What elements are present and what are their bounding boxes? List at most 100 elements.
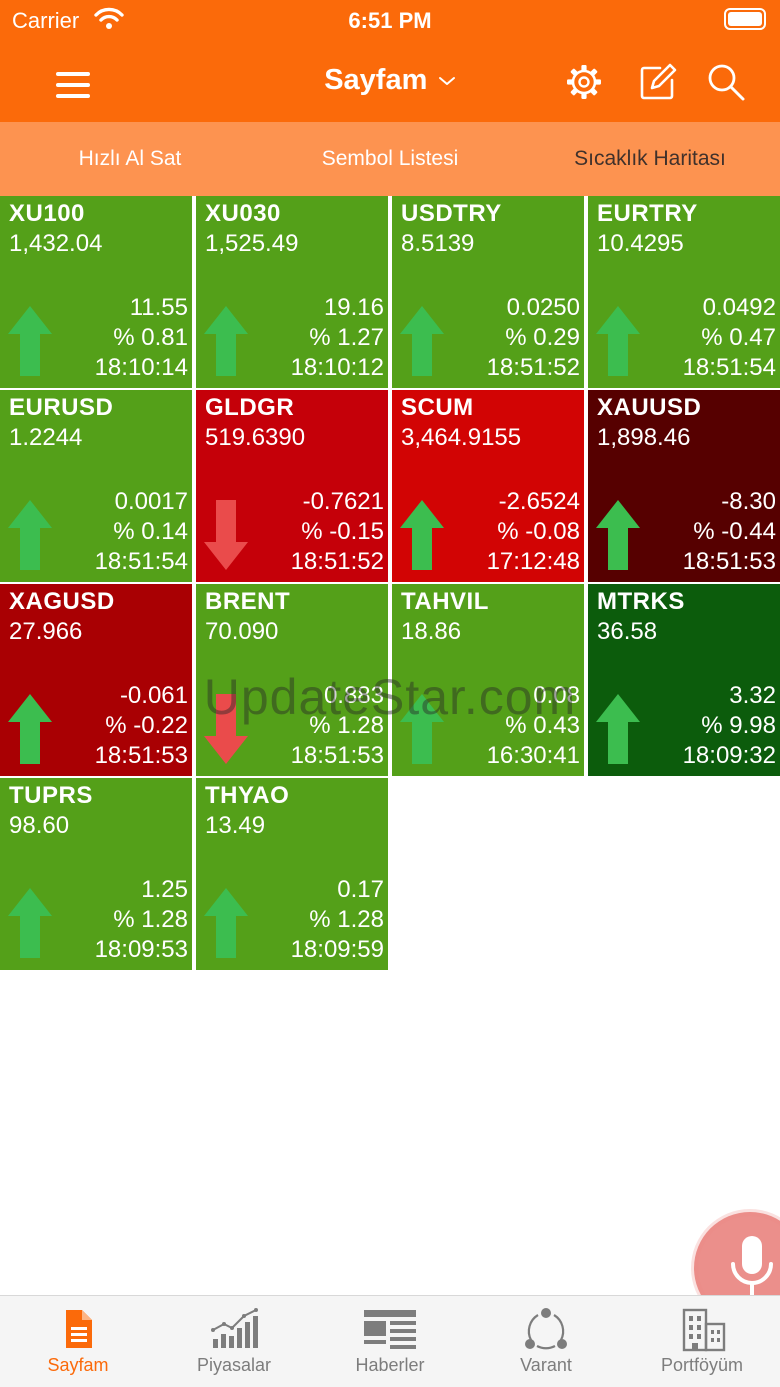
tile-percent: % 0.47: [701, 324, 776, 351]
tile-change: 1.25: [141, 876, 188, 903]
gear-icon[interactable]: [564, 62, 604, 102]
tile-percent: % 1.28: [309, 906, 384, 933]
tile-price: 3,464.9155: [401, 424, 522, 451]
heat-map-tile-xu100[interactable]: XU100 1,432.04 11.55 % 0.81 18:10:14: [0, 196, 192, 388]
arrow-up-icon: [400, 306, 444, 376]
heat-map-tile-xu030[interactable]: XU030 1,525.49 19.16 % 1.27 18:10:12: [196, 196, 388, 388]
heat-map-tile-gldgr[interactable]: GLDGR 519.6390 -0.7621 % -0.15 18:51:52: [196, 390, 388, 582]
bottom-tab-haberler[interactable]: Haberler: [312, 1296, 468, 1387]
tile-percent: % -0.08: [497, 518, 580, 545]
bottom-tab-portfoyum[interactable]: Portföyüm: [624, 1296, 780, 1387]
heat-map-tile-scum[interactable]: SCUM 3,464.9155 -2.6524 % -0.08 17:12:48: [392, 390, 584, 582]
heat-map-tile-eurtry[interactable]: EURTRY 10.4295 0.0492 % 0.47 18:51:54: [588, 196, 780, 388]
arrow-up-icon: [8, 500, 52, 570]
tile-price: 70.090: [205, 618, 279, 645]
heat-map-tile-tuprs[interactable]: TUPRS 98.60 1.25 % 1.28 18:09:53: [0, 778, 192, 970]
nav-bar: Sayfam: [0, 40, 780, 122]
tile-time: 17:12:48: [486, 548, 580, 575]
tile-percent: % 1.28: [113, 906, 188, 933]
tile-symbol: XAUUSD: [597, 394, 702, 421]
edit-icon[interactable]: [638, 62, 678, 102]
tile-time: 16:30:41: [486, 742, 580, 769]
bottom-tab-label: Varant: [520, 1355, 572, 1375]
tile-change: -8.30: [721, 488, 776, 515]
tile-percent: % -0.44: [693, 518, 776, 545]
tile-percent: % -0.22: [105, 712, 188, 739]
heat-map-tile-usdtry[interactable]: USDTRY 8.5139 0.0250 % 0.29 18:51:52: [392, 196, 584, 388]
status-time: 6:51 PM: [348, 8, 432, 33]
tile-change: -0.7621: [302, 488, 384, 515]
heat-map-tile-tahvil[interactable]: TAHVIL 18.86 0.08 % 0.43 16:30:41: [392, 584, 584, 776]
arrow-up-icon: [8, 306, 52, 376]
arrow-up-icon: [400, 694, 444, 764]
tile-time: 18:09:53: [94, 936, 188, 963]
tile-symbol: XAGUSD: [9, 588, 115, 615]
arrow-up-icon: [596, 500, 640, 570]
heat-map-tile-eurusd[interactable]: EURUSD 1.2244 0.0017 % 0.14 18:51:54: [0, 390, 192, 582]
tile-percent: % -0.15: [301, 518, 384, 545]
tile-price: 8.5139: [401, 230, 475, 257]
tile-time: 18:51:53: [682, 548, 776, 575]
tile-percent: % 9.98: [701, 712, 776, 739]
tab-sicaklik-haritasi[interactable]: Sıcaklık Haritası: [520, 122, 780, 196]
tile-price: 1,432.04: [9, 230, 103, 257]
tile-time: 18:51:52: [290, 548, 384, 575]
heat-map-tile-brent[interactable]: BRENT 70.090 0.883 % 1.28 18:51:53: [196, 584, 388, 776]
tile-time: 18:51:52: [486, 354, 580, 381]
arrow-up-icon: [8, 888, 52, 958]
bottom-tab-label: Haberler: [355, 1355, 425, 1375]
tile-time: 18:10:14: [94, 354, 188, 381]
document-icon: [66, 1310, 92, 1348]
tab-hizli-al-sat[interactable]: Hızlı Al Sat: [0, 122, 260, 196]
bottom-tab-bar: Sayfam Piyasalar Haberler Varant Portföy…: [0, 1295, 780, 1387]
tile-symbol: USDTRY: [401, 200, 502, 227]
tile-symbol: SCUM: [401, 394, 474, 421]
tile-percent: % 0.81: [113, 324, 188, 351]
tab-sembol-listesi[interactable]: Sembol Listesi: [260, 122, 520, 196]
tile-price: 1,898.46: [597, 424, 691, 451]
tile-price: 519.6390: [205, 424, 306, 451]
bar-chart-icon: [211, 1308, 258, 1348]
tile-change: 0.883: [323, 682, 384, 709]
arrow-up-icon: [596, 306, 640, 376]
tile-symbol: EURTRY: [597, 200, 698, 227]
bottom-tab-varant[interactable]: Varant: [468, 1296, 624, 1387]
tile-change: 0.0492: [702, 294, 776, 321]
tile-time: 18:51:54: [94, 548, 188, 575]
bottom-tab-sayfam[interactable]: Sayfam: [0, 1296, 156, 1387]
heat-map-tile-thyao[interactable]: THYAO 13.49 0.17 % 1.28 18:09:59: [196, 778, 388, 970]
tile-time: 18:10:12: [290, 354, 384, 381]
search-icon[interactable]: [706, 62, 746, 102]
newspaper-icon: [364, 1310, 416, 1349]
arrow-up-icon: [8, 694, 52, 764]
heat-map-tile-xagusd[interactable]: XAGUSD 27.966 -0.061 % -0.22 18:51:53: [0, 584, 192, 776]
heat-map-tile-xauusd[interactable]: XAUUSD 1,898.46 -8.30 % -0.44 18:51:53: [588, 390, 780, 582]
tile-percent: % 0.14: [113, 518, 188, 545]
bottom-tab-piyasalar[interactable]: Piyasalar: [156, 1296, 312, 1387]
tile-symbol: XU100: [9, 200, 85, 227]
heat-map-tile-mtrks[interactable]: MTRKS 36.58 3.32 % 9.98 18:09:32: [588, 584, 780, 776]
arrow-down-icon: [204, 500, 248, 570]
tile-change: 3.32: [729, 682, 776, 709]
arrow-up-icon: [596, 694, 640, 764]
tile-percent: % 1.28: [309, 712, 384, 739]
tile-percent: % 1.27: [309, 324, 384, 351]
tile-price: 1.2244: [9, 424, 83, 451]
tile-change: 0.17: [337, 876, 384, 903]
page-title: Sayfam: [324, 64, 428, 96]
bottom-tab-label: Piyasalar: [196, 1355, 272, 1375]
tile-symbol: BRENT: [205, 588, 291, 615]
tile-time: 18:09:59: [290, 936, 384, 963]
tile-price: 18.86: [401, 618, 462, 645]
tile-change: 0.0017: [114, 488, 188, 515]
tile-change: 0.08: [533, 682, 580, 709]
bottom-tab-label: Portföyüm: [660, 1355, 744, 1375]
tile-time: 18:09:32: [682, 742, 776, 769]
arrow-up-icon: [204, 306, 248, 376]
arrow-up-icon: [204, 888, 248, 958]
tile-symbol: TAHVIL: [401, 588, 489, 615]
tile-price: 36.58: [597, 618, 658, 645]
battery-icon: [724, 8, 766, 30]
tile-price: 10.4295: [597, 230, 684, 257]
tile-time: 18:51:53: [94, 742, 188, 769]
